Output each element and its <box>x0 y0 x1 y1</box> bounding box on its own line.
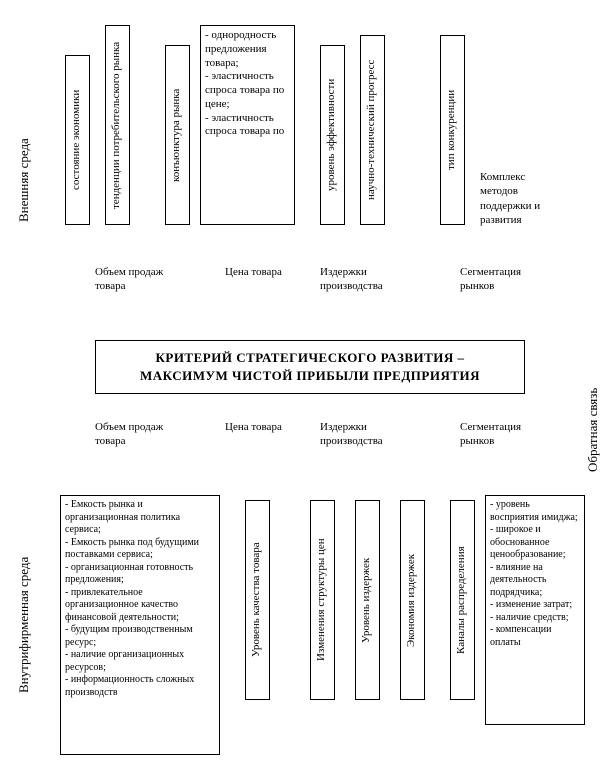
center-criterion-box: КРИТЕРИЙ СТРАТЕГИЧЕСКОГО РАЗВИТИЯ – МАКС… <box>95 340 525 394</box>
mid-upper-c2: Цена товара <box>225 265 285 279</box>
mid-lower-c2: Цена товара <box>225 420 285 434</box>
bottom-vbox-5: Экономия издержек <box>400 500 425 700</box>
mid-upper-c4: Сегментация рынков <box>460 265 550 294</box>
bottom-vbox-6: Каналы распределения <box>450 500 475 700</box>
top-col3-list: - однородность предложения товара; - эла… <box>200 25 295 225</box>
label-feedback: Обратная связь <box>585 370 601 490</box>
bottom-vbox-4: Уровень издержек <box>355 500 380 700</box>
mid-lower-c3: Издержки производства <box>320 420 420 449</box>
mid-lower-c1: Объем продаж товара <box>95 420 165 449</box>
mid-upper-c3: Издержки производства <box>320 265 420 294</box>
top-col4-text: Комплекс методов поддержки и развития <box>480 170 565 227</box>
bottom-col4-list: - уровень восприятия имиджа; - широкое и… <box>485 495 585 725</box>
top-vbox-6: тип конкуренции <box>440 35 465 225</box>
top-vbox-4: уровень эффективности <box>320 45 345 225</box>
top-vbox-5: научно-технический прогресс <box>360 35 385 225</box>
center-line1: КРИТЕРИЙ СТРАТЕГИЧЕСКОГО РАЗВИТИЯ – <box>106 349 514 367</box>
top-vbox-1: состояние экономики <box>65 55 90 225</box>
mid-lower-c4: Сегментация рынков <box>460 420 550 449</box>
bottom-col1-list: - Емкость рынка и организационная полити… <box>60 495 220 755</box>
top-vbox-3: конъюнктура рынка <box>165 45 190 225</box>
label-external-env: Внешняя среда <box>16 120 32 240</box>
mid-upper-c1: Объем продаж товара <box>95 265 165 294</box>
label-internal-env: Внутрифирменная среда <box>16 540 32 710</box>
bottom-vbox-3: Изменения структуры цен <box>310 500 335 700</box>
center-line2: МАКСИМУМ ЧИСТОЙ ПРИБЫЛИ ПРЕДПРИЯТИЯ <box>106 367 514 385</box>
top-vbox-2: тенденции потребительского рынка <box>105 25 130 225</box>
bottom-vbox-2: Уровень качества товара <box>245 500 270 700</box>
